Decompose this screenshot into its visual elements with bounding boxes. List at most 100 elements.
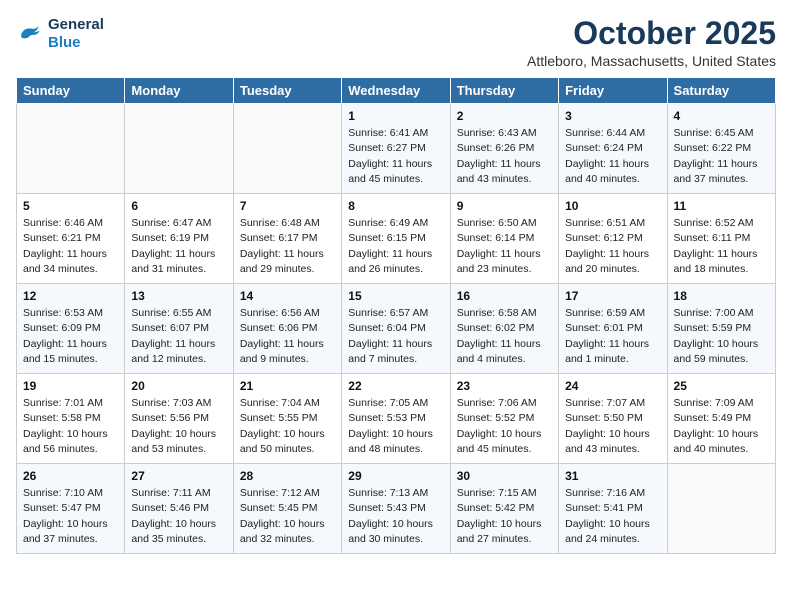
day-info: Sunrise: 7:12 AMSunset: 5:45 PMDaylight:…: [240, 486, 335, 547]
calendar-cell: 26 Sunrise: 7:10 AMSunset: 5:47 PMDayligh…: [17, 464, 125, 554]
calendar-cell: 19Sunrise: 7:01 AMSunset: 5:58 PMDayligh…: [17, 374, 125, 464]
day-info: Sunrise: 6:51 AMSunset: 6:12 PMDaylight:…: [565, 216, 660, 277]
week-row-3: 12Sunrise: 6:53 AMSunset: 6:09 PMDayligh…: [17, 284, 776, 374]
day-info: Sunrise: 6:50 AMSunset: 6:14 PMDaylight:…: [457, 216, 552, 277]
day-number: 31: [565, 469, 660, 483]
calendar-cell: 18Sunrise: 7:00 AMSunset: 5:59 PMDayligh…: [667, 284, 775, 374]
day-info: Sunrise: 6:57 AMSunset: 6:04 PMDaylight:…: [348, 306, 443, 367]
calendar-cell: 4Sunrise: 6:45 AMSunset: 6:22 PMDaylight…: [667, 104, 775, 194]
calendar-cell: 15 Sunrise: 6:57 AMSunset: 6:04 PMDayligh…: [342, 284, 450, 374]
day-number: 11: [674, 199, 769, 213]
calendar-cell: 29 Sunrise: 7:13 AMSunset: 5:43 PMDayligh…: [342, 464, 450, 554]
weekday-header-tuesday: Tuesday: [233, 78, 341, 104]
day-number: 23: [457, 379, 552, 393]
day-info: Sunrise: 6:58 AMSunset: 6:02 PMDaylight:…: [457, 306, 552, 367]
day-number: 1: [348, 109, 443, 123]
week-row-2: 5 Sunrise: 6:46 AMSunset: 6:21 PMDaylight…: [17, 194, 776, 284]
weekday-header-sunday: Sunday: [17, 78, 125, 104]
calendar-cell: 14 Sunrise: 6:56 AMSunset: 6:06 PMDayligh…: [233, 284, 341, 374]
day-number: 29: [348, 469, 443, 483]
day-number: 8: [348, 199, 443, 213]
calendar-wrapper: General Blue October 2025 Attleboro, Mas…: [0, 0, 792, 564]
calendar-cell: 31 Sunrise: 7:16 AMSunset: 5:41 PMDayligh…: [559, 464, 667, 554]
day-number: 28: [240, 469, 335, 483]
day-info: Sunrise: 6:59 AMSunset: 6:01 PMDaylight:…: [565, 306, 660, 367]
calendar-cell: 1 Sunrise: 6:41 AMSunset: 6:27 PMDaylight…: [342, 104, 450, 194]
location-title: Attleboro, Massachusetts, United States: [527, 53, 776, 69]
day-number: 9: [457, 199, 552, 213]
calendar-cell: 11Sunrise: 6:52 AMSunset: 6:11 PMDayligh…: [667, 194, 775, 284]
calendar-cell: 3Sunrise: 6:44 AMSunset: 6:24 PMDaylight…: [559, 104, 667, 194]
day-number: 21: [240, 379, 335, 393]
calendar-cell: 24 Sunrise: 7:07 AMSunset: 5:50 PMDayligh…: [559, 374, 667, 464]
day-info: Sunrise: 7:07 AMSunset: 5:50 PMDaylight:…: [565, 396, 660, 457]
day-number: 24: [565, 379, 660, 393]
day-info: Sunrise: 6:46 AMSunset: 6:21 PMDaylight:…: [23, 216, 118, 277]
calendar-body: 1 Sunrise: 6:41 AMSunset: 6:27 PMDaylight…: [17, 104, 776, 554]
day-info: Sunrise: 7:11 AMSunset: 5:46 PMDaylight:…: [131, 486, 226, 547]
day-info: Sunrise: 7:00 AMSunset: 5:59 PMDaylight:…: [674, 306, 769, 367]
day-number: 16: [457, 289, 552, 303]
day-number: 2: [457, 109, 552, 123]
day-number: 10: [565, 199, 660, 213]
day-number: 7: [240, 199, 335, 213]
day-number: 13: [131, 289, 226, 303]
day-info: Sunrise: 6:55 AMSunset: 6:07 PMDaylight:…: [131, 306, 226, 367]
weekday-header-row: SundayMondayTuesdayWednesdayThursdayFrid…: [17, 78, 776, 104]
week-row-4: 19Sunrise: 7:01 AMSunset: 5:58 PMDayligh…: [17, 374, 776, 464]
day-number: 6: [131, 199, 226, 213]
logo-bird-icon: [16, 20, 44, 48]
day-info: Sunrise: 6:56 AMSunset: 6:06 PMDaylight:…: [240, 306, 335, 367]
calendar-cell: 6 Sunrise: 6:47 AMSunset: 6:19 PMDaylight…: [125, 194, 233, 284]
day-info: Sunrise: 7:15 AMSunset: 5:42 PMDaylight:…: [457, 486, 552, 547]
day-number: 5: [23, 199, 118, 213]
day-info: Sunrise: 6:48 AMSunset: 6:17 PMDaylight:…: [240, 216, 335, 277]
day-number: 30: [457, 469, 552, 483]
calendar-cell: [125, 104, 233, 194]
day-number: 3: [565, 109, 660, 123]
calendar-cell: [17, 104, 125, 194]
calendar-cell: 27 Sunrise: 7:11 AMSunset: 5:46 PMDayligh…: [125, 464, 233, 554]
day-info: Sunrise: 7:13 AMSunset: 5:43 PMDaylight:…: [348, 486, 443, 547]
day-number: 12: [23, 289, 118, 303]
calendar-cell: 25Sunrise: 7:09 AMSunset: 5:49 PMDayligh…: [667, 374, 775, 464]
day-info: Sunrise: 7:10 AMSunset: 5:47 PMDaylight:…: [23, 486, 118, 547]
weekday-header-friday: Friday: [559, 78, 667, 104]
day-number: 26: [23, 469, 118, 483]
calendar-cell: 21 Sunrise: 7:04 AMSunset: 5:55 PMDayligh…: [233, 374, 341, 464]
calendar-table: SundayMondayTuesdayWednesdayThursdayFrid…: [16, 77, 776, 554]
day-info: Sunrise: 6:41 AMSunset: 6:27 PMDaylight:…: [348, 126, 443, 187]
day-info: Sunrise: 7:06 AMSunset: 5:52 PMDaylight:…: [457, 396, 552, 457]
title-section: October 2025 Attleboro, Massachusetts, U…: [527, 16, 776, 69]
week-row-5: 26 Sunrise: 7:10 AMSunset: 5:47 PMDayligh…: [17, 464, 776, 554]
calendar-cell: 8Sunrise: 6:49 AMSunset: 6:15 PMDaylight…: [342, 194, 450, 284]
day-info: Sunrise: 7:09 AMSunset: 5:49 PMDaylight:…: [674, 396, 769, 457]
calendar-cell: 2 Sunrise: 6:43 AMSunset: 6:26 PMDaylight…: [450, 104, 558, 194]
day-number: 17: [565, 289, 660, 303]
calendar-cell: 30 Sunrise: 7:15 AMSunset: 5:42 PMDayligh…: [450, 464, 558, 554]
calendar-cell: 17 Sunrise: 6:59 AMSunset: 6:01 PMDayligh…: [559, 284, 667, 374]
calendar-cell: 5 Sunrise: 6:46 AMSunset: 6:21 PMDaylight…: [17, 194, 125, 284]
day-info: Sunrise: 7:16 AMSunset: 5:41 PMDaylight:…: [565, 486, 660, 547]
weekday-header-wednesday: Wednesday: [342, 78, 450, 104]
day-number: 27: [131, 469, 226, 483]
calendar-cell: 13 Sunrise: 6:55 AMSunset: 6:07 PMDayligh…: [125, 284, 233, 374]
day-number: 14: [240, 289, 335, 303]
day-info: Sunrise: 6:47 AMSunset: 6:19 PMDaylight:…: [131, 216, 226, 277]
week-row-1: 1 Sunrise: 6:41 AMSunset: 6:27 PMDaylight…: [17, 104, 776, 194]
calendar-cell: [233, 104, 341, 194]
calendar-cell: 22 Sunrise: 7:05 AMSunset: 5:53 PMDayligh…: [342, 374, 450, 464]
calendar-cell: 7 Sunrise: 6:48 AMSunset: 6:17 PMDaylight…: [233, 194, 341, 284]
calendar-cell: 23 Sunrise: 7:06 AMSunset: 5:52 PMDayligh…: [450, 374, 558, 464]
calendar-cell: 10 Sunrise: 6:51 AMSunset: 6:12 PMDayligh…: [559, 194, 667, 284]
day-number: 15: [348, 289, 443, 303]
weekday-header-thursday: Thursday: [450, 78, 558, 104]
calendar-cell: 9 Sunrise: 6:50 AMSunset: 6:14 PMDaylight…: [450, 194, 558, 284]
day-info: Sunrise: 7:05 AMSunset: 5:53 PMDaylight:…: [348, 396, 443, 457]
day-info: Sunrise: 7:01 AMSunset: 5:58 PMDaylight:…: [23, 396, 118, 457]
day-number: 22: [348, 379, 443, 393]
weekday-header-monday: Monday: [125, 78, 233, 104]
day-info: Sunrise: 7:04 AMSunset: 5:55 PMDaylight:…: [240, 396, 335, 457]
logo: General Blue: [16, 16, 104, 52]
day-info: Sunrise: 6:43 AMSunset: 6:26 PMDaylight:…: [457, 126, 552, 187]
